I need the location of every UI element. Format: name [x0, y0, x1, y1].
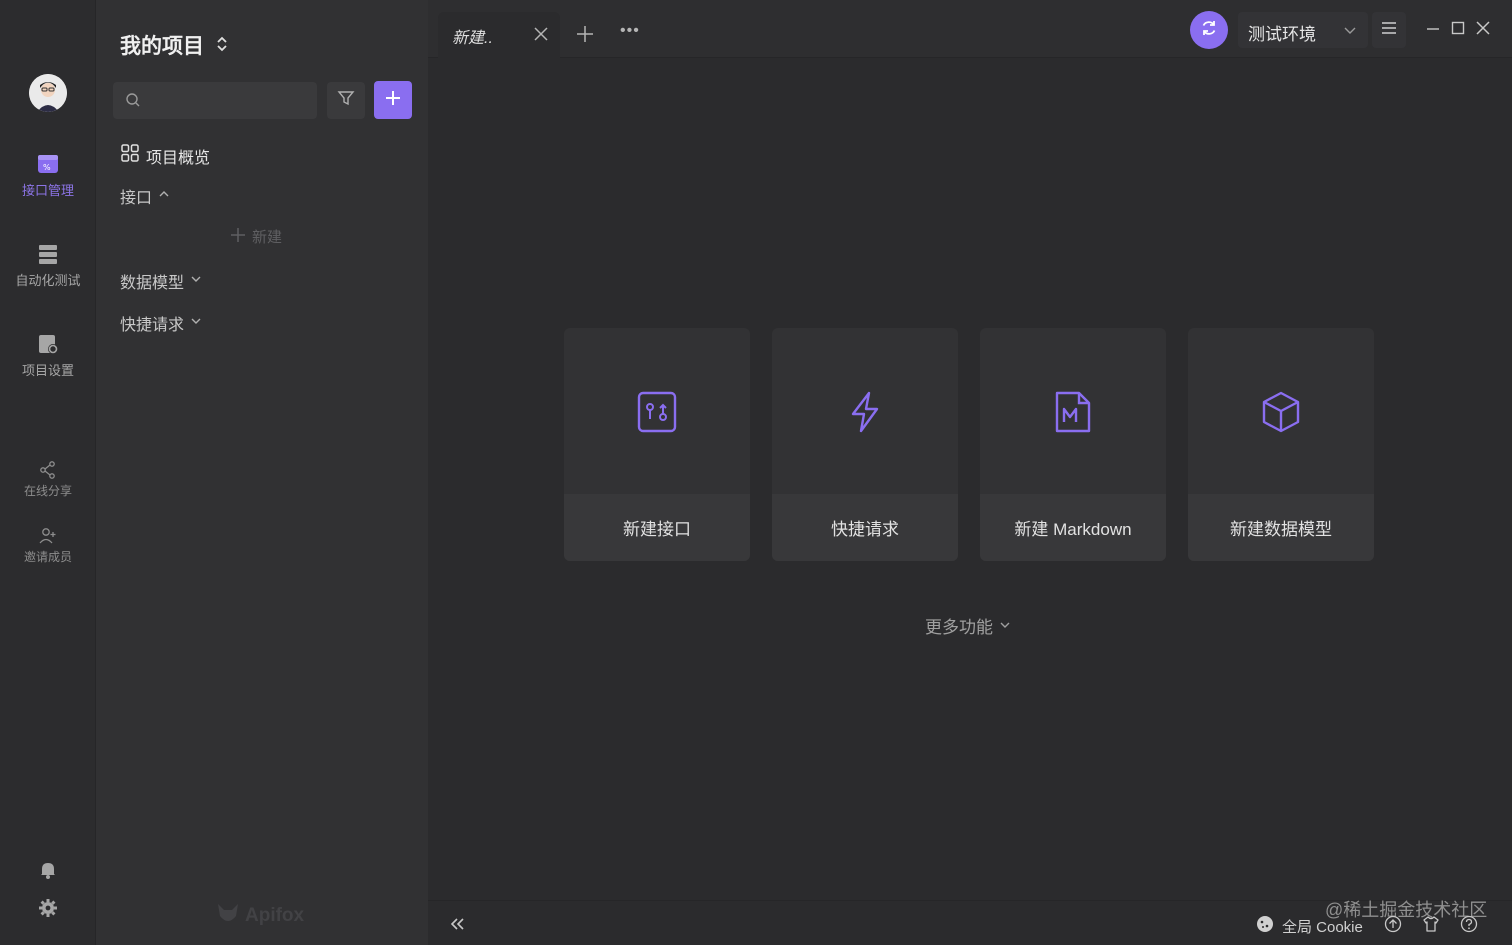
api-card-icon	[635, 389, 679, 435]
markdown-file-icon	[1051, 389, 1095, 435]
window-close-icon[interactable]	[1475, 20, 1491, 36]
card-label: 新建接口	[564, 494, 750, 561]
rail-item-automation-test[interactable]: 自动化测试	[0, 242, 96, 289]
chevron-up-icon	[158, 187, 170, 205]
apifox-logo-icon	[216, 902, 240, 930]
cube-icon	[1259, 389, 1303, 435]
card-label: 新建数据模型	[1188, 494, 1374, 561]
settings-gear-icon[interactable]	[38, 898, 58, 918]
brand-label: Apifox	[245, 905, 305, 926]
invite-member-icon	[38, 526, 58, 546]
filter-button[interactable]	[327, 82, 365, 119]
nav-quick-request-group[interactable]: 快捷请求	[120, 311, 202, 335]
tab-label: 新建..	[452, 30, 493, 47]
grid-icon	[120, 143, 140, 168]
card-new-markdown[interactable]: 新建 Markdown	[980, 328, 1166, 561]
rail-item-label: 项目设置	[21, 363, 74, 378]
minimize-icon[interactable]	[1425, 20, 1441, 36]
plus-icon	[230, 227, 246, 247]
nav-project-overview[interactable]: 项目概览	[120, 143, 210, 168]
nav-api-group[interactable]: 接口	[120, 184, 170, 208]
close-icon[interactable]	[532, 25, 550, 43]
sync-button[interactable]	[1190, 11, 1228, 49]
search-input[interactable]	[113, 82, 317, 119]
new-tab-plus-icon[interactable]	[574, 23, 596, 45]
filter-icon	[337, 89, 355, 112]
share-icon	[38, 460, 58, 480]
nav-label: 快捷请求	[120, 317, 185, 334]
shirt-theme-icon[interactable]	[1422, 915, 1440, 933]
card-quick-request[interactable]: 快捷请求	[772, 328, 958, 561]
chevron-down-icon	[999, 616, 1011, 636]
cookie-label: 全局 Cookie	[1282, 918, 1363, 936]
hamburger-icon	[1380, 21, 1398, 40]
nav-label: 接口	[120, 190, 153, 207]
rail-small-label: 邀请成员	[23, 550, 72, 564]
api-manage-icon: %	[36, 152, 60, 176]
more-features-toggle[interactable]: 更多功能	[925, 613, 1011, 638]
lightning-icon	[843, 389, 887, 435]
help-icon[interactable]	[1460, 915, 1478, 933]
nav-data-model-group[interactable]: 数据模型	[120, 269, 202, 293]
card-label: 快捷请求	[772, 494, 958, 561]
global-cookie-button[interactable]: 全局 Cookie	[1256, 915, 1363, 937]
new-label: 新建	[252, 229, 283, 246]
maximize-icon[interactable]	[1450, 20, 1466, 36]
card-new-data-model[interactable]: 新建数据模型	[1188, 328, 1374, 561]
user-avatar[interactable]	[29, 74, 67, 112]
project-sidebar	[96, 0, 428, 945]
svg-text:%: %	[43, 163, 51, 172]
rail-small-label: 在线分享	[23, 484, 72, 498]
more-label: 更多功能	[925, 618, 993, 637]
card-new-api[interactable]: 新建接口	[564, 328, 750, 561]
project-switcher[interactable]: 我的项目	[120, 30, 228, 60]
nav-label: 数据模型	[120, 275, 185, 292]
sync-icon	[1199, 18, 1219, 43]
project-settings-icon	[36, 332, 60, 356]
chevron-down-icon	[190, 272, 202, 290]
automation-test-icon	[36, 242, 60, 266]
sort-updown-icon	[216, 34, 228, 60]
menu-button[interactable]	[1372, 12, 1406, 48]
new-api-link[interactable]: 新建	[230, 226, 282, 247]
plus-icon	[384, 89, 402, 112]
upload-icon[interactable]	[1384, 915, 1402, 933]
rail-item-label: 自动化测试	[15, 273, 81, 288]
rail-item-label: 接口管理	[21, 183, 74, 198]
cookie-icon	[1256, 915, 1274, 937]
bell-icon[interactable]	[38, 860, 58, 880]
project-title: 我的项目	[120, 35, 204, 58]
rail-item-invite[interactable]: 邀请成员	[0, 526, 96, 565]
environment-label: 测试环境	[1248, 25, 1316, 44]
rail-item-api-manage[interactable]: % 接口管理	[0, 152, 96, 199]
add-button[interactable]	[374, 81, 412, 119]
nav-label: 项目概览	[146, 149, 211, 167]
search-icon	[125, 92, 141, 113]
chevron-down-icon	[1342, 22, 1358, 38]
chevron-down-icon	[190, 314, 202, 332]
collapse-sidebar-icon[interactable]	[447, 914, 467, 934]
rail-item-project-settings[interactable]: 项目设置	[0, 332, 96, 379]
more-tabs-icon[interactable]: •••	[620, 22, 640, 40]
card-label: 新建 Markdown	[980, 494, 1166, 561]
rail-item-share[interactable]: 在线分享	[0, 460, 96, 499]
apifox-brand: Apifox	[216, 902, 304, 930]
